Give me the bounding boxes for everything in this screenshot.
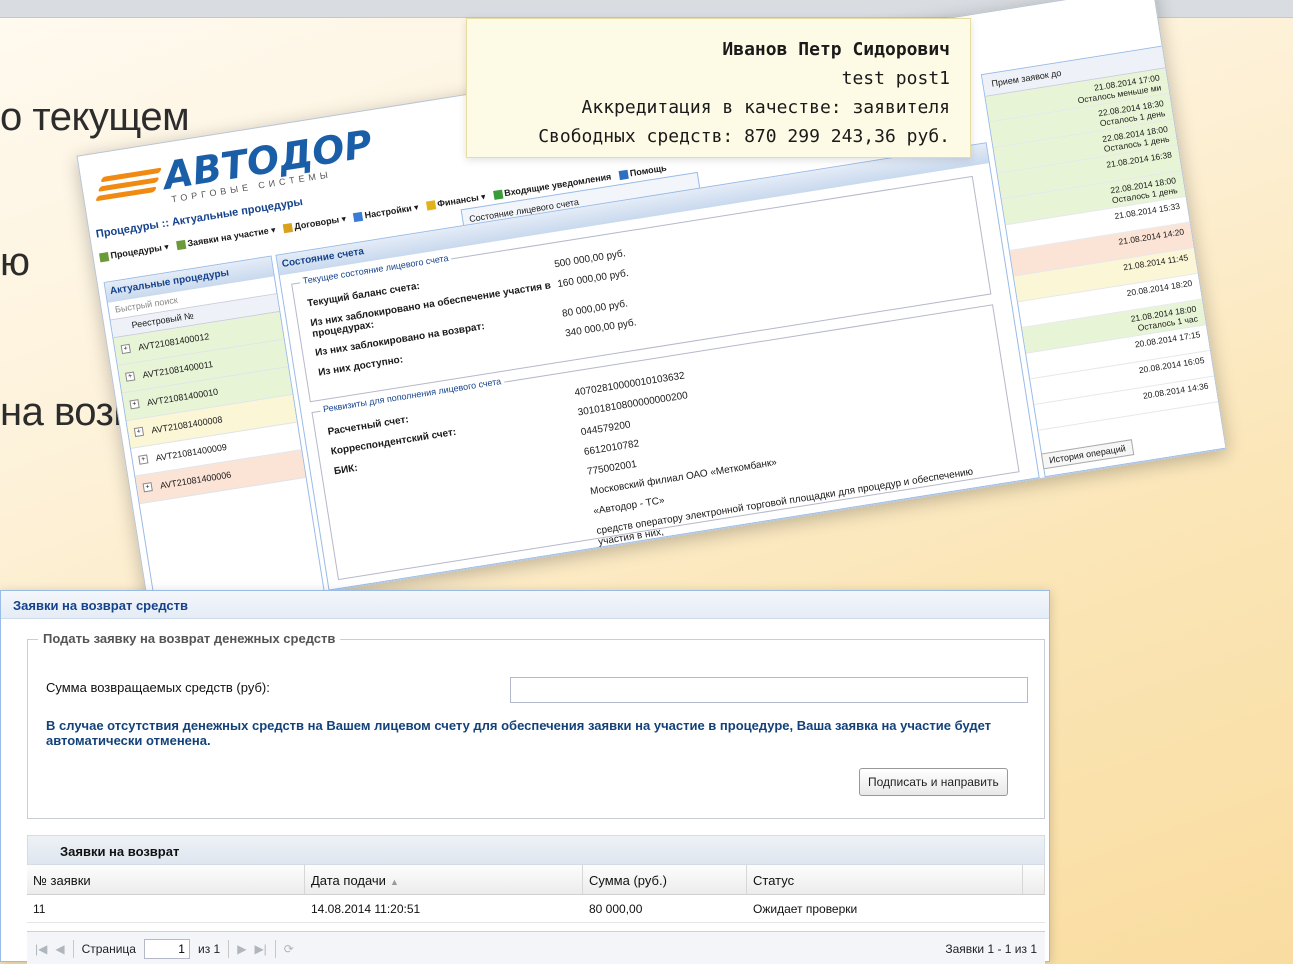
sign-and-send-button[interactable]: Подписать и направить: [859, 768, 1008, 796]
menu-procedures[interactable]: Процедуры ▾: [98, 241, 170, 263]
menu-contracts[interactable]: Договоры ▾: [282, 213, 347, 234]
procedures-icon: [98, 251, 110, 262]
cell-sum: 80 000,00: [589, 902, 643, 916]
expand-icon[interactable]: +: [125, 371, 136, 382]
window-title: Заявки на возврат средств: [1, 591, 1049, 619]
next-page-icon[interactable]: ▶: [237, 942, 246, 956]
cell-status: Ожидает проверки: [753, 902, 858, 916]
column-header-spacer: [1023, 865, 1045, 894]
expand-icon[interactable]: +: [133, 426, 145, 438]
column-header-number[interactable]: № заявки: [27, 865, 305, 894]
column-header-sum[interactable]: Сумма (руб.): [583, 865, 747, 894]
user-funds: Свободных средств: 870 299 243,36 руб.: [538, 126, 950, 147]
expand-icon[interactable]: +: [138, 454, 149, 465]
amount-label: Сумма возвращаемых средств (руб):: [46, 680, 270, 695]
menu-settings[interactable]: Настройки ▾: [353, 201, 419, 222]
column-header-status[interactable]: Статус: [747, 865, 1023, 894]
last-page-icon[interactable]: ▶|: [254, 942, 266, 956]
page-of-label: из 1: [197, 941, 221, 956]
cell-date: 14.08.2014 11:20:51: [311, 902, 421, 916]
grid-title: Заявки на возврат: [27, 835, 1045, 865]
grid-header: № заявки Дата подачи ▲ Сумма (руб.) Стату…: [27, 865, 1045, 895]
refund-window: Заявки на возврат средств Подать заявку …: [0, 590, 1050, 964]
user-post: test post1: [841, 68, 950, 89]
contracts-icon: [282, 222, 294, 233]
cell-number: 11: [33, 902, 46, 916]
logo-stripes-icon: [92, 162, 167, 212]
fieldset-legend: Подать заявку на возврат денежных средст…: [38, 631, 341, 646]
refund-request-fieldset: Подать заявку на возврат денежных средст…: [27, 631, 1045, 819]
amount-input[interactable]: [510, 677, 1028, 703]
first-page-icon[interactable]: |◀: [35, 942, 47, 956]
pager-summary: Заявки 1 - 1 из 1: [945, 941, 1037, 956]
table-row[interactable]: 11 14.08.2014 11:20:51 80 000,00 Ожидает…: [27, 895, 1045, 923]
expand-icon[interactable]: +: [142, 482, 153, 493]
prev-page-icon[interactable]: ◀: [55, 942, 64, 956]
applications-icon: [175, 239, 187, 250]
user-accreditation: Аккредитация в качестве: заявителя: [581, 97, 950, 118]
user-info-box: Иванов Петр Сидорович test post1 Аккреди…: [466, 18, 971, 158]
slide-text-2: ю: [0, 240, 30, 284]
column-header-date[interactable]: Дата подачи ▲: [305, 865, 583, 894]
pager: |◀ ◀ Страница из 1 ▶ ▶| ⟳ Заявки 1 - 1 и…: [27, 931, 1045, 964]
page-label: Страница: [81, 941, 136, 956]
slide-text-1: о текущем: [0, 95, 190, 139]
refresh-icon[interactable]: ⟳: [284, 942, 294, 956]
expand-icon[interactable]: +: [120, 343, 131, 355]
expand-icon[interactable]: +: [129, 399, 140, 410]
notifications-icon: [492, 189, 504, 201]
page-number-input[interactable]: [143, 938, 190, 959]
help-icon: [618, 169, 629, 181]
settings-icon: [353, 211, 364, 222]
menu-applications[interactable]: Заявки на участие ▾: [175, 224, 277, 251]
refund-grid: Заявки на возврат № заявки Дата подачи ▲ …: [27, 835, 1045, 964]
user-name: Иванов Петр Сидорович: [722, 39, 950, 60]
finances-icon: [425, 199, 437, 211]
sort-asc-icon: ▲: [389, 877, 399, 887]
warning-text: В случае отсутствия денежных средств на …: [46, 718, 992, 748]
